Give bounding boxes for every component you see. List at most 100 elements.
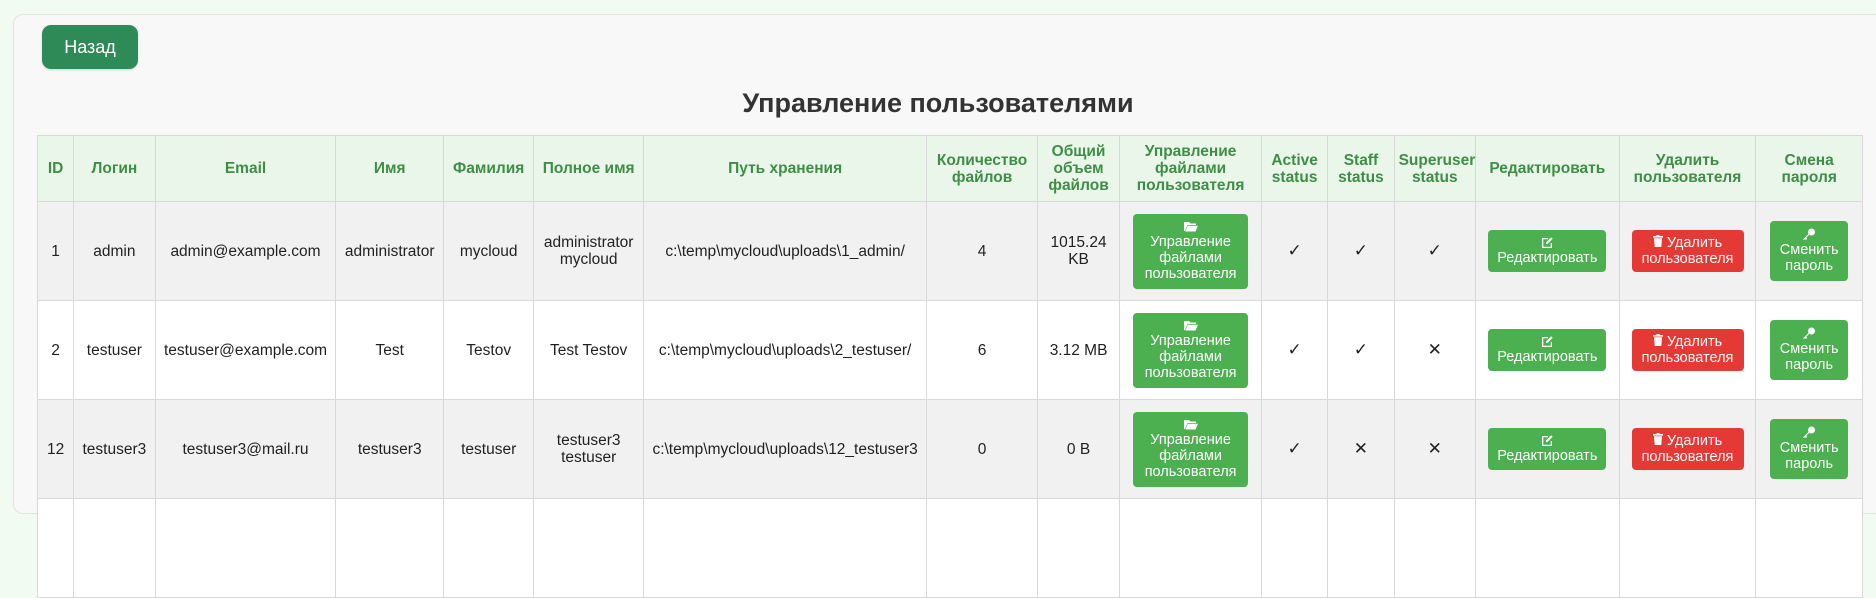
trash-icon bbox=[1652, 334, 1663, 348]
cell-active-status: ✓ bbox=[1260, 399, 1329, 499]
col-header-staff-status: Staff status bbox=[1327, 135, 1395, 202]
status-mark: ✓ bbox=[1353, 241, 1369, 260]
cell-change-password: Сменить пароль bbox=[1755, 399, 1863, 499]
back-button[interactable]: Назад bbox=[42, 25, 138, 69]
edit-label: Редактировать bbox=[1497, 250, 1598, 266]
cell-active-status: ✓ bbox=[1260, 201, 1329, 301]
cell-edit: Редактировать bbox=[1474, 201, 1620, 301]
edit-icon bbox=[1541, 335, 1554, 349]
status-mark: ✓ bbox=[1287, 241, 1302, 260]
folder-open-icon bbox=[1183, 221, 1198, 234]
cell-manage-files: Управление файлами пользователя bbox=[1119, 201, 1262, 301]
edit-button[interactable]: Редактировать bbox=[1488, 428, 1607, 470]
cell-total-size: 0 B bbox=[1036, 399, 1121, 499]
cell-file-count: 6 bbox=[926, 300, 1038, 400]
status-mark: ✕ bbox=[1427, 439, 1442, 458]
cell-manage-files: Управление файлами пользователя bbox=[1119, 399, 1262, 499]
cell-delete: Удалить пользователя bbox=[1618, 201, 1757, 301]
edit-label: Редактировать bbox=[1497, 448, 1598, 464]
cell-edit: Редактировать bbox=[1474, 399, 1620, 499]
col-header-last-name: Фамилия bbox=[442, 135, 535, 202]
edit-button[interactable]: Редактировать bbox=[1488, 329, 1607, 371]
manage-files-button[interactable]: Управление файлами пользователя bbox=[1133, 213, 1249, 289]
trash-icon bbox=[1652, 235, 1663, 249]
cell-full-name: Test Testov bbox=[533, 300, 644, 400]
table-header-row: ID Логин Email Имя Фамилия Полное имя Пу… bbox=[36, 135, 1863, 202]
cell-total-size: 3.12 MB bbox=[1036, 300, 1121, 400]
cell-full-name: administrator mycloud bbox=[533, 201, 644, 301]
trash-icon bbox=[1652, 433, 1663, 447]
cell-change-password: Сменить пароль bbox=[1755, 201, 1863, 301]
cell-file-count: 0 bbox=[926, 399, 1038, 499]
cell-delete: Удалить пользователя bbox=[1618, 300, 1757, 400]
status-mark: ✓ bbox=[1427, 241, 1442, 260]
change-password-button[interactable]: Сменить пароль bbox=[1770, 419, 1849, 479]
cell-active-status: ✓ bbox=[1260, 300, 1329, 400]
cell-superuser-status: ✕ bbox=[1393, 300, 1476, 400]
status-mark: ✓ bbox=[1353, 340, 1369, 359]
manage-files-button[interactable]: Управление файлами пользователя bbox=[1133, 312, 1249, 388]
cell-manage-files: Управление файлами пользователя bbox=[1119, 300, 1262, 400]
folder-open-icon bbox=[1183, 419, 1198, 432]
manage-files-label: Управление файлами пользователя bbox=[1144, 233, 1237, 282]
cell-first-name: administrator bbox=[335, 201, 444, 301]
table-row: 2 testuser testuser@example.com Test Tes… bbox=[36, 300, 1863, 400]
cell-file-count: 4 bbox=[926, 201, 1038, 301]
cell-staff-status: ✕ bbox=[1327, 399, 1395, 499]
manage-files-label: Управление файлами пользователя bbox=[1144, 431, 1237, 480]
cell-last-name: mycloud bbox=[442, 201, 535, 301]
col-header-delete-user: Удалить пользователя bbox=[1618, 135, 1757, 202]
edit-icon bbox=[1541, 236, 1554, 250]
table-row bbox=[36, 498, 1863, 598]
change-password-label: Сменить пароль bbox=[1779, 242, 1839, 274]
cell-last-name: testuser bbox=[442, 399, 535, 499]
status-mark: ✕ bbox=[1353, 439, 1369, 458]
col-header-email: Email bbox=[154, 135, 337, 202]
col-header-id: ID bbox=[36, 135, 75, 202]
edit-label: Редактировать bbox=[1497, 349, 1598, 365]
col-header-change-password: Смена пароля bbox=[1755, 135, 1863, 202]
cell-first-name: Test bbox=[335, 300, 444, 400]
cell-change-password: Сменить пароль bbox=[1755, 300, 1863, 400]
page-title: Управление пользователями bbox=[742, 88, 1134, 118]
change-password-label: Сменить пароль bbox=[1779, 440, 1839, 472]
cell-storage-path: c:\temp\mycloud\uploads\2_testuser/ bbox=[642, 300, 928, 400]
edit-icon bbox=[1541, 434, 1554, 448]
cell-full-name: testuser3 testuser bbox=[533, 399, 644, 499]
delete-user-button[interactable]: Удалить пользователя bbox=[1631, 428, 1744, 470]
col-header-superuser-status: Superuser status bbox=[1393, 135, 1476, 202]
key-icon bbox=[1802, 228, 1816, 242]
cell-first-name: testuser3 bbox=[335, 399, 444, 499]
cell-edit: Редактировать bbox=[1474, 300, 1620, 400]
cell-storage-path: c:\temp\mycloud\uploads\12_testuser3 bbox=[642, 399, 928, 499]
key-icon bbox=[1802, 426, 1816, 440]
col-header-login: Логин bbox=[73, 135, 156, 202]
col-header-storage-path: Путь хранения bbox=[642, 135, 928, 202]
cell-email: admin@example.com bbox=[154, 201, 337, 301]
cell-staff-status: ✓ bbox=[1327, 201, 1395, 301]
cell-email: testuser3@mail.ru bbox=[154, 399, 337, 499]
status-mark: ✓ bbox=[1287, 340, 1302, 359]
status-mark: ✓ bbox=[1287, 439, 1302, 458]
change-password-button[interactable]: Сменить пароль bbox=[1770, 320, 1849, 380]
status-mark: ✕ bbox=[1427, 340, 1442, 359]
cell-staff-status: ✓ bbox=[1327, 300, 1395, 400]
change-password-button[interactable]: Сменить пароль bbox=[1770, 221, 1849, 281]
cell-login: testuser bbox=[73, 300, 156, 400]
col-header-total-size: Общий объем файлов bbox=[1036, 135, 1121, 202]
delete-user-button[interactable]: Удалить пользователя bbox=[1631, 329, 1744, 371]
col-header-file-count: Количество файлов bbox=[926, 135, 1038, 202]
table-row: 1 admin admin@example.com administrator … bbox=[36, 201, 1863, 301]
cell-delete: Удалить пользователя bbox=[1618, 399, 1757, 499]
edit-button[interactable]: Редактировать bbox=[1488, 230, 1607, 272]
change-password-label: Сменить пароль bbox=[1779, 341, 1839, 373]
key-icon bbox=[1802, 327, 1816, 341]
cell-superuser-status: ✕ bbox=[1393, 399, 1476, 499]
manage-files-button[interactable]: Управление файлами пользователя bbox=[1133, 411, 1249, 487]
cell-total-size: 1015.24 KB bbox=[1036, 201, 1121, 301]
col-header-full-name: Полное имя bbox=[533, 135, 644, 202]
cell-login: testuser3 bbox=[73, 399, 156, 499]
col-header-manage-files: Управление файлами пользователя bbox=[1119, 135, 1262, 202]
delete-user-button[interactable]: Удалить пользователя bbox=[1631, 230, 1744, 272]
col-header-edit: Редактировать bbox=[1474, 135, 1620, 202]
